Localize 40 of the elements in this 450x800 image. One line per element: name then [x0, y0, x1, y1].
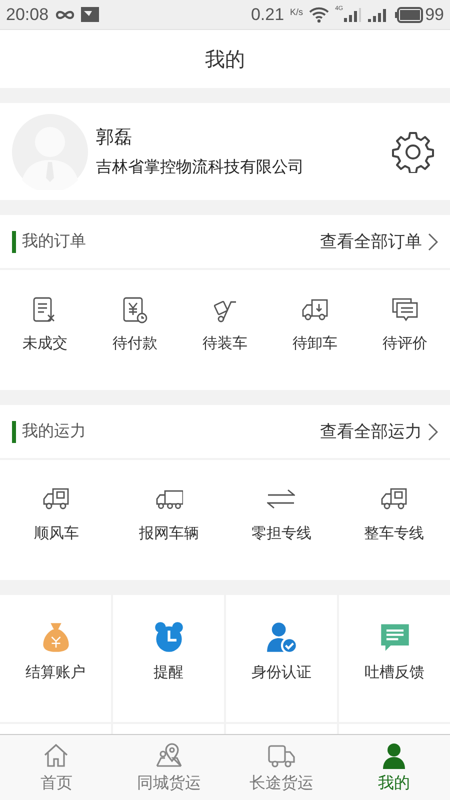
chevron-right-icon — [428, 422, 438, 440]
battery-level: 99 — [425, 4, 444, 24]
order-status-button[interactable]: 未成交 — [0, 296, 90, 353]
order-status-button[interactable]: 待付款 — [90, 296, 180, 353]
order-status-button[interactable]: 待装车 — [180, 296, 270, 353]
feature-button[interactable]: 提醒 — [113, 595, 224, 722]
map-pin-icon — [154, 742, 183, 770]
speed-unit: K/s — [290, 7, 304, 17]
company-name: 吉林省掌控物流科技有限公司 — [96, 158, 305, 178]
section-title: 我的运力 — [22, 422, 87, 442]
order-status-button[interactable]: 待评价 — [360, 296, 450, 353]
chevron-right-icon — [428, 232, 438, 250]
tab[interactable]: 同城货运 — [112, 735, 225, 800]
capacity-button[interactable]: 整车专线 — [338, 486, 450, 543]
tab[interactable]: 我的 — [338, 735, 450, 800]
signal-icon — [343, 8, 362, 22]
chat-lines-icon — [391, 296, 419, 324]
section-title: 我的订单 — [22, 232, 87, 252]
user-name: 郭磊 — [96, 126, 133, 149]
infinity-icon — [54, 8, 75, 20]
home-icon — [42, 742, 70, 770]
battery-icon — [395, 6, 424, 22]
capacity-button[interactable]: 顺风车 — [0, 486, 112, 543]
wifi-icon — [309, 6, 330, 22]
feature-button[interactable]: 结算账户 — [0, 595, 111, 722]
capacity-button[interactable]: 报网车辆 — [112, 486, 225, 543]
feature-button[interactable]: 身份认证 — [226, 595, 337, 722]
feature-button[interactable]: 吐槽反馈 — [339, 595, 450, 722]
network-speed: 0.21 — [250, 4, 284, 24]
view-all-link[interactable]: 查看全部运力 — [320, 420, 438, 443]
tab[interactable]: 长途货运 — [225, 735, 338, 800]
capacity-button[interactable]: 零担专线 — [225, 486, 338, 543]
page-title: 我的 — [205, 48, 245, 72]
clock-time: 20:08 — [6, 4, 49, 24]
order-status-button[interactable]: 待卸车 — [270, 296, 360, 353]
tab[interactable]: 首页 — [0, 735, 112, 800]
invoice-clock-icon — [121, 296, 149, 324]
image-icon — [80, 7, 99, 22]
view-all-link[interactable]: 查看全部订单 — [320, 230, 438, 253]
settings-icon[interactable] — [392, 130, 434, 172]
